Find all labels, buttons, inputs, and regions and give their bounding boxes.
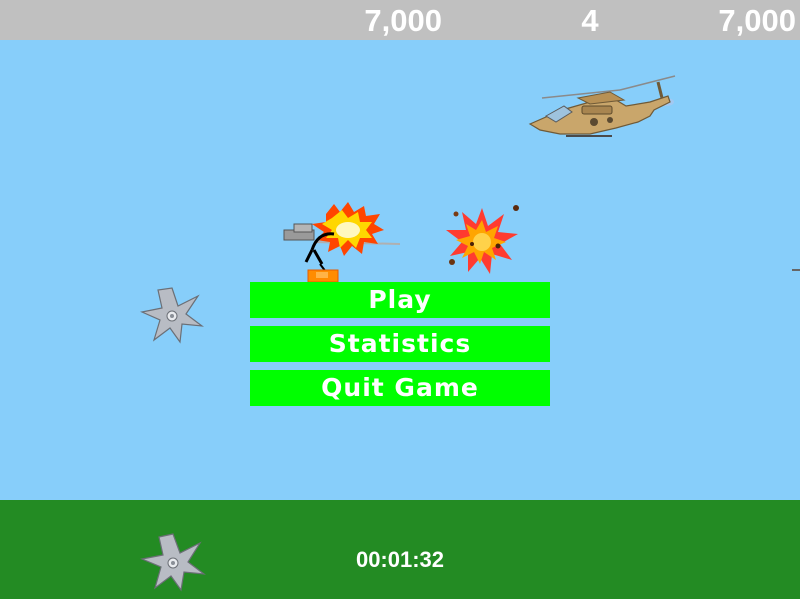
shuriken-icon: [140, 533, 206, 592]
lives-display: 4: [581, 3, 599, 38]
player-gunner: [283, 202, 401, 283]
explosion-effect: [446, 205, 519, 274]
high-score-display: 7,000: [718, 3, 796, 38]
helicopter-enemy: [528, 75, 676, 137]
game-stage: 7,000 4 7,000 Play Statistics Quit Game …: [0, 0, 800, 599]
quit-game-button[interactable]: Quit Game: [250, 370, 550, 406]
score-display: 7,000: [364, 3, 442, 38]
statistics-button[interactable]: Statistics: [250, 326, 550, 362]
hud-bar: 7,000 4 7,000: [0, 0, 800, 40]
play-button[interactable]: Play: [250, 282, 550, 318]
shuriken-icon: [140, 287, 204, 344]
debris-fragment: [792, 269, 800, 271]
elapsed-timer: 00:01:32: [355, 547, 445, 572]
